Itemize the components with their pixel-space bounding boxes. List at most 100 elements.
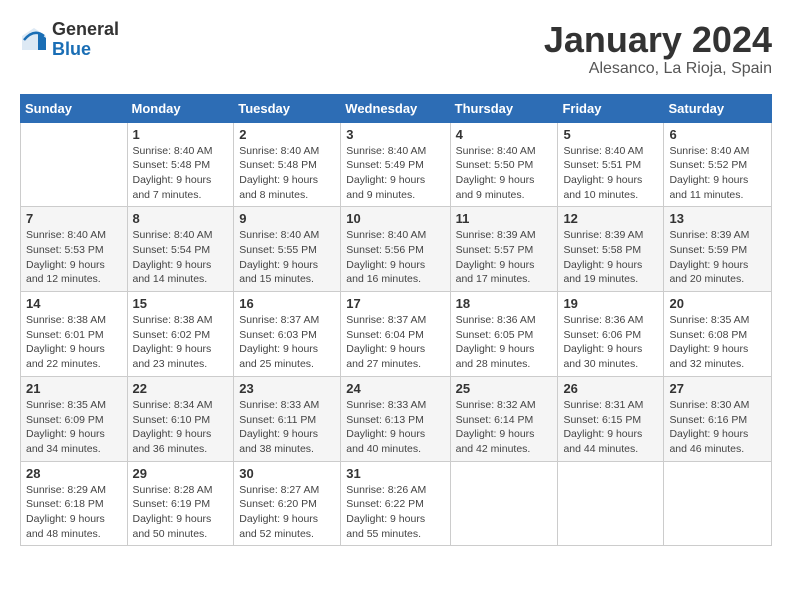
day-number: 13: [669, 211, 766, 226]
day-detail: Sunrise: 8:29 AM Sunset: 6:18 PM Dayligh…: [26, 483, 122, 542]
calendar-cell: 26Sunrise: 8:31 AM Sunset: 6:15 PM Dayli…: [558, 376, 664, 461]
calendar-cell: 27Sunrise: 8:30 AM Sunset: 6:16 PM Dayli…: [664, 376, 772, 461]
day-detail: Sunrise: 8:40 AM Sunset: 5:54 PM Dayligh…: [133, 228, 229, 287]
calendar-cell: 10 Sunrise: 8:40 AM Sunset: 5:56 PM Dayli…: [341, 207, 450, 292]
calendar-cell: 1 Sunrise: 8:40 AM Sunset: 5:48 PM Daylig…: [127, 122, 234, 207]
day-number: 4: [456, 127, 553, 142]
day-detail: Sunrise: 8:37 AM Sunset: 6:03 PM Dayligh…: [239, 313, 335, 372]
week-row-2: 7 Sunrise: 8:40 AM Sunset: 5:53 PM Daylig…: [21, 207, 772, 292]
day-detail: Sunrise: 8:35 AM Sunset: 6:08 PM Dayligh…: [669, 313, 766, 372]
day-detail: Sunrise: 8:36 AM Sunset: 6:06 PM Dayligh…: [563, 313, 658, 372]
day-number: 10: [346, 211, 444, 226]
weekday-header-sunday: Sunday: [21, 94, 128, 122]
day-number: 28: [26, 466, 122, 481]
day-number: 20: [669, 296, 766, 311]
day-number: 8: [133, 211, 229, 226]
calendar-cell: 7 Sunrise: 8:40 AM Sunset: 5:53 PM Daylig…: [21, 207, 128, 292]
day-number: 21: [26, 381, 122, 396]
day-number: 15: [133, 296, 229, 311]
calendar-cell: 4Sunrise: 8:40 AM Sunset: 5:50 PM Daylig…: [450, 122, 558, 207]
day-detail: Sunrise: 8:38 AM Sunset: 6:02 PM Dayligh…: [133, 313, 229, 372]
day-number: 16: [239, 296, 335, 311]
day-detail: Sunrise: 8:38 AM Sunset: 6:01 PM Dayligh…: [26, 313, 122, 372]
day-detail: Sunrise: 8:32 AM Sunset: 6:14 PM Dayligh…: [456, 398, 553, 457]
calendar-cell: 23 Sunrise: 8:33 AM Sunset: 6:11 PM Dayli…: [234, 376, 341, 461]
logo: General Blue: [20, 20, 119, 60]
calendar-cell: [558, 461, 664, 546]
day-detail: Sunrise: 8:40 AM Sunset: 5:52 PM Dayligh…: [669, 144, 766, 203]
day-number: 19: [563, 296, 658, 311]
calendar-cell: [450, 461, 558, 546]
day-detail: Sunrise: 8:39 AM Sunset: 5:58 PM Dayligh…: [563, 228, 658, 287]
calendar-cell: 24Sunrise: 8:33 AM Sunset: 6:13 PM Dayli…: [341, 376, 450, 461]
calendar-cell: 29 Sunrise: 8:28 AM Sunset: 6:19 PM Dayli…: [127, 461, 234, 546]
day-detail: Sunrise: 8:40 AM Sunset: 5:48 PM Dayligh…: [239, 144, 335, 203]
day-detail: Sunrise: 8:36 AM Sunset: 6:05 PM Dayligh…: [456, 313, 553, 372]
day-number: 23: [239, 381, 335, 396]
calendar-cell: 6 Sunrise: 8:40 AM Sunset: 5:52 PM Daylig…: [664, 122, 772, 207]
calendar-cell: 30 Sunrise: 8:27 AM Sunset: 6:20 PM Dayli…: [234, 461, 341, 546]
day-number: 6: [669, 127, 766, 142]
weekday-header-saturday: Saturday: [664, 94, 772, 122]
calendar-cell: 25 Sunrise: 8:32 AM Sunset: 6:14 PM Dayli…: [450, 376, 558, 461]
location: Alesanco, La Rioja, Spain: [544, 60, 772, 78]
day-number: 27: [669, 381, 766, 396]
calendar-cell: 28 Sunrise: 8:29 AM Sunset: 6:18 PM Dayli…: [21, 461, 128, 546]
day-number: 3: [346, 127, 444, 142]
day-detail: Sunrise: 8:28 AM Sunset: 6:19 PM Dayligh…: [133, 483, 229, 542]
day-detail: Sunrise: 8:40 AM Sunset: 5:51 PM Dayligh…: [563, 144, 658, 203]
day-detail: Sunrise: 8:39 AM Sunset: 5:59 PM Dayligh…: [669, 228, 766, 287]
week-row-1: 1 Sunrise: 8:40 AM Sunset: 5:48 PM Daylig…: [21, 122, 772, 207]
day-number: 5: [563, 127, 658, 142]
calendar-cell: 16 Sunrise: 8:37 AM Sunset: 6:03 PM Dayli…: [234, 292, 341, 377]
day-detail: Sunrise: 8:31 AM Sunset: 6:15 PM Dayligh…: [563, 398, 658, 457]
calendar-cell: [21, 122, 128, 207]
calendar-cell: 5 Sunrise: 8:40 AM Sunset: 5:51 PM Daylig…: [558, 122, 664, 207]
day-number: 17: [346, 296, 444, 311]
day-detail: Sunrise: 8:35 AM Sunset: 6:09 PM Dayligh…: [26, 398, 122, 457]
day-number: 14: [26, 296, 122, 311]
calendar-cell: 31 Sunrise: 8:26 AM Sunset: 6:22 PM Dayli…: [341, 461, 450, 546]
day-detail: Sunrise: 8:39 AM Sunset: 5:57 PM Dayligh…: [456, 228, 553, 287]
day-detail: Sunrise: 8:40 AM Sunset: 5:49 PM Dayligh…: [346, 144, 444, 203]
day-number: 25: [456, 381, 553, 396]
day-detail: Sunrise: 8:34 AM Sunset: 6:10 PM Dayligh…: [133, 398, 229, 457]
calendar-cell: 12Sunrise: 8:39 AM Sunset: 5:58 PM Dayli…: [558, 207, 664, 292]
calendar-cell: 19 Sunrise: 8:36 AM Sunset: 6:06 PM Dayli…: [558, 292, 664, 377]
weekday-header-row: SundayMondayTuesdayWednesdayThursdayFrid…: [21, 94, 772, 122]
calendar-cell: 8 Sunrise: 8:40 AM Sunset: 5:54 PM Daylig…: [127, 207, 234, 292]
day-detail: Sunrise: 8:40 AM Sunset: 5:48 PM Dayligh…: [133, 144, 229, 203]
day-number: 1: [133, 127, 229, 142]
day-number: 30: [239, 466, 335, 481]
page-header: General Blue January 2024 Alesanco, La R…: [20, 20, 772, 78]
day-detail: Sunrise: 8:33 AM Sunset: 6:13 PM Dayligh…: [346, 398, 444, 457]
day-detail: Sunrise: 8:33 AM Sunset: 6:11 PM Dayligh…: [239, 398, 335, 457]
calendar-cell: 9Sunrise: 8:40 AM Sunset: 5:55 PM Daylig…: [234, 207, 341, 292]
day-number: 11: [456, 211, 553, 226]
weekday-header-friday: Friday: [558, 94, 664, 122]
day-detail: Sunrise: 8:40 AM Sunset: 5:56 PM Dayligh…: [346, 228, 444, 287]
logo-icon: [20, 26, 48, 54]
day-number: 18: [456, 296, 553, 311]
weekday-header-thursday: Thursday: [450, 94, 558, 122]
title-block: January 2024 Alesanco, La Rioja, Spain: [544, 20, 772, 78]
day-detail: Sunrise: 8:37 AM Sunset: 6:04 PM Dayligh…: [346, 313, 444, 372]
calendar-cell: 15 Sunrise: 8:38 AM Sunset: 6:02 PM Dayli…: [127, 292, 234, 377]
day-number: 2: [239, 127, 335, 142]
week-row-5: 28 Sunrise: 8:29 AM Sunset: 6:18 PM Dayli…: [21, 461, 772, 546]
day-number: 22: [133, 381, 229, 396]
calendar-cell: [664, 461, 772, 546]
logo-blue: Blue: [52, 40, 119, 60]
day-detail: Sunrise: 8:40 AM Sunset: 5:53 PM Dayligh…: [26, 228, 122, 287]
day-number: 7: [26, 211, 122, 226]
calendar-cell: 14 Sunrise: 8:38 AM Sunset: 6:01 PM Dayli…: [21, 292, 128, 377]
day-detail: Sunrise: 8:26 AM Sunset: 6:22 PM Dayligh…: [346, 483, 444, 542]
weekday-header-tuesday: Tuesday: [234, 94, 341, 122]
day-detail: Sunrise: 8:27 AM Sunset: 6:20 PM Dayligh…: [239, 483, 335, 542]
day-detail: Sunrise: 8:40 AM Sunset: 5:55 PM Dayligh…: [239, 228, 335, 287]
calendar-cell: 21 Sunrise: 8:35 AM Sunset: 6:09 PM Dayli…: [21, 376, 128, 461]
day-number: 29: [133, 466, 229, 481]
calendar-cell: 2 Sunrise: 8:40 AM Sunset: 5:48 PM Daylig…: [234, 122, 341, 207]
calendar-cell: 11 Sunrise: 8:39 AM Sunset: 5:57 PM Dayli…: [450, 207, 558, 292]
day-number: 31: [346, 466, 444, 481]
